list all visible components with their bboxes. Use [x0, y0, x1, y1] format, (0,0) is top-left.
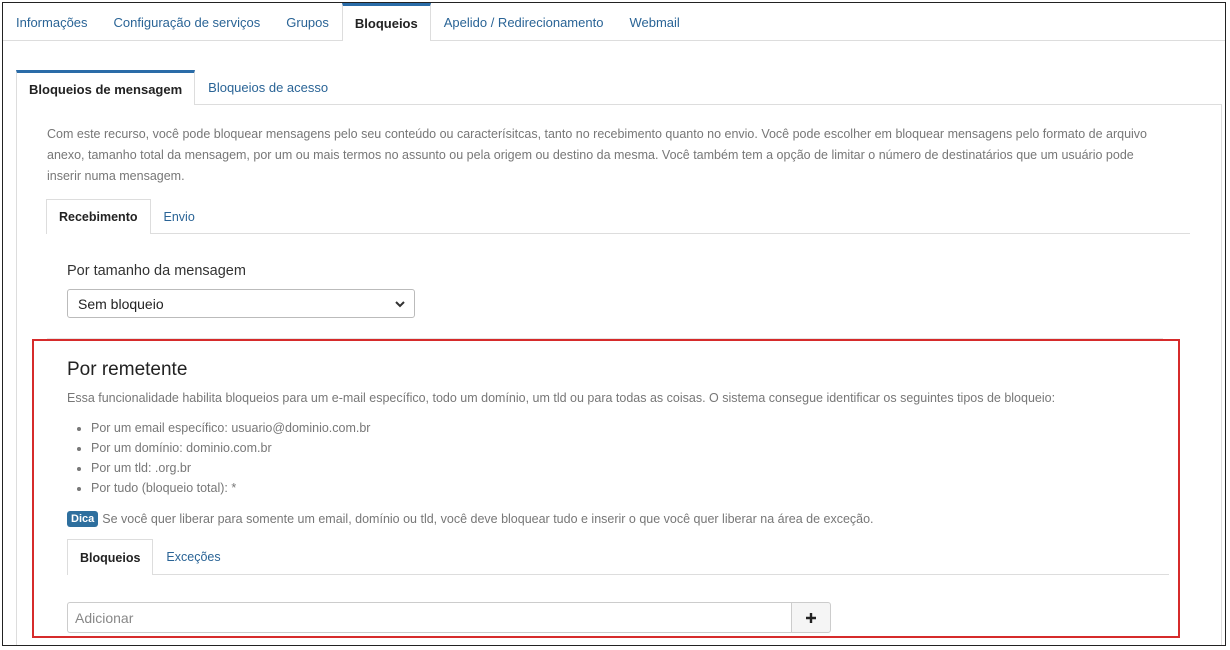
- tab-bloqueios[interactable]: Bloqueios: [341, 3, 431, 41]
- direction-tab-bar: Recebimento Envio: [46, 199, 1190, 234]
- tab-bloqueios-mensagem[interactable]: Bloqueios de mensagem: [16, 70, 196, 105]
- plus-icon: [806, 612, 816, 623]
- tab-configuracao-servicos[interactable]: Configuração de serviços: [101, 3, 274, 40]
- size-filter-select[interactable]: Sem bloqueio: [67, 289, 415, 318]
- chevron-down-icon: [395, 301, 405, 308]
- app-frame: Informações Configuração de serviços Gru…: [2, 2, 1226, 646]
- size-filter-value: Sem bloqueio: [78, 295, 164, 312]
- tab-webmail[interactable]: Webmail: [616, 3, 692, 40]
- add-sender-group: [67, 602, 831, 633]
- tab-recebimento[interactable]: Recebimento: [46, 199, 151, 234]
- block-type-list: Por um email específico: usuario@dominio…: [75, 418, 370, 498]
- feature-description: Com este recurso, você pode bloquear men…: [47, 127, 1147, 183]
- tab-bloqueios-remetente[interactable]: Bloqueios: [67, 539, 154, 575]
- list-item: Por um email específico: usuario@dominio…: [91, 418, 370, 438]
- tip-line: Dica Se você quer liberar para somente u…: [67, 511, 874, 527]
- list-item: Por um domínio: dominio.com.br: [91, 438, 370, 458]
- tab-apelido-redirecionamento[interactable]: Apelido / Redirecionamento: [431, 3, 617, 40]
- tip-badge: Dica: [67, 511, 99, 527]
- tip-text: Se você quer liberar para somente um ema…: [102, 512, 874, 526]
- tab-grupos[interactable]: Grupos: [273, 3, 342, 40]
- sender-tab-bar: Bloqueios Exceções: [67, 539, 1169, 575]
- size-filter-label: Por tamanho da mensagem: [67, 263, 246, 279]
- list-item: Por tudo (bloqueio total): *: [91, 478, 370, 498]
- tab-bloqueios-acesso[interactable]: Bloqueios de acesso: [195, 70, 341, 104]
- tab-informacoes[interactable]: Informações: [3, 3, 101, 40]
- list-item: Por um tld: .org.br: [91, 458, 370, 478]
- tab-excecoes[interactable]: Exceções: [153, 539, 233, 574]
- block-type-tab-bar: Bloqueios de mensagem Bloqueios de acess…: [16, 70, 1222, 105]
- main-tab-bar: Informações Configuração de serviços Gru…: [3, 3, 1225, 41]
- sender-section-description: Essa funcionalidade habilita bloqueios p…: [67, 391, 1056, 405]
- tab-envio[interactable]: Envio: [151, 199, 208, 233]
- sender-section-title: Por remetente: [67, 359, 188, 380]
- add-sender-input[interactable]: [67, 602, 791, 633]
- add-sender-button[interactable]: [791, 602, 831, 633]
